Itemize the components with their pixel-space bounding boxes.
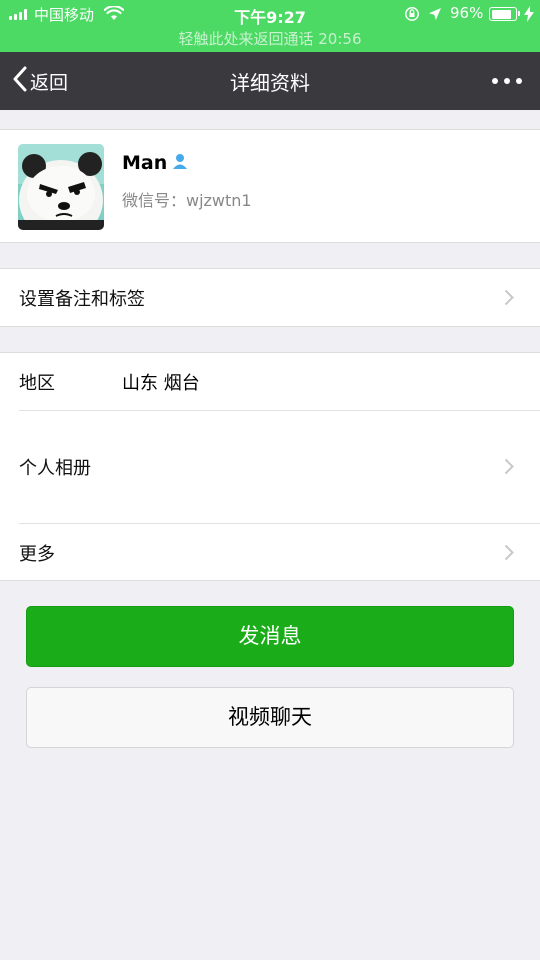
avatar[interactable] <box>18 144 104 230</box>
male-person-icon <box>171 152 189 174</box>
battery-icon <box>489 7 517 21</box>
charging-bolt-icon <box>524 6 534 26</box>
album-label: 个人相册 <box>19 458 91 479</box>
info-group: 地区 山东 烟台 个人相册 更多 <box>0 352 540 581</box>
chevron-right-icon <box>504 458 514 479</box>
wechat-id: 微信号：wjzwtn1 <box>122 191 252 210</box>
page-title: 详细资料 <box>230 71 310 95</box>
profile-card: Man 微信号：wjzwtn1 <box>0 129 540 243</box>
location-arrow-icon <box>428 6 442 25</box>
remark-tags-cell[interactable]: 设置备注和标签 <box>0 269 540 326</box>
contact-name: Man <box>122 152 168 174</box>
battery-cap <box>518 11 520 16</box>
region-value: 山东 烟台 <box>122 373 200 394</box>
chevron-right-icon <box>504 544 514 565</box>
more-cell[interactable]: 更多 <box>0 524 540 580</box>
chevron-right-icon <box>504 289 514 310</box>
return-to-call-banner[interactable]: 轻触此处来返回通话 20:56 <box>0 28 540 49</box>
battery-percent: 96% <box>450 4 484 22</box>
navigation-bar: 返回 详细资料 <box>0 52 540 110</box>
remark-tags-label: 设置备注和标签 <box>19 289 145 310</box>
status-bar: 中国移动 下午9:27 96% 轻触此处来返回通话 20:56 <box>0 0 540 52</box>
more-dots-icon[interactable] <box>490 70 524 90</box>
more-label: 更多 <box>19 544 55 565</box>
video-chat-button[interactable]: 视频聊天 <box>26 687 514 748</box>
remark-tags-group: 设置备注和标签 <box>0 268 540 327</box>
lock-rotation-icon <box>404 6 420 26</box>
send-message-button[interactable]: 发消息 <box>26 606 514 667</box>
region-cell: 地区 山东 烟台 <box>0 353 540 410</box>
region-label: 地区 <box>19 373 55 394</box>
album-cell[interactable]: 个人相册 <box>0 411 540 523</box>
